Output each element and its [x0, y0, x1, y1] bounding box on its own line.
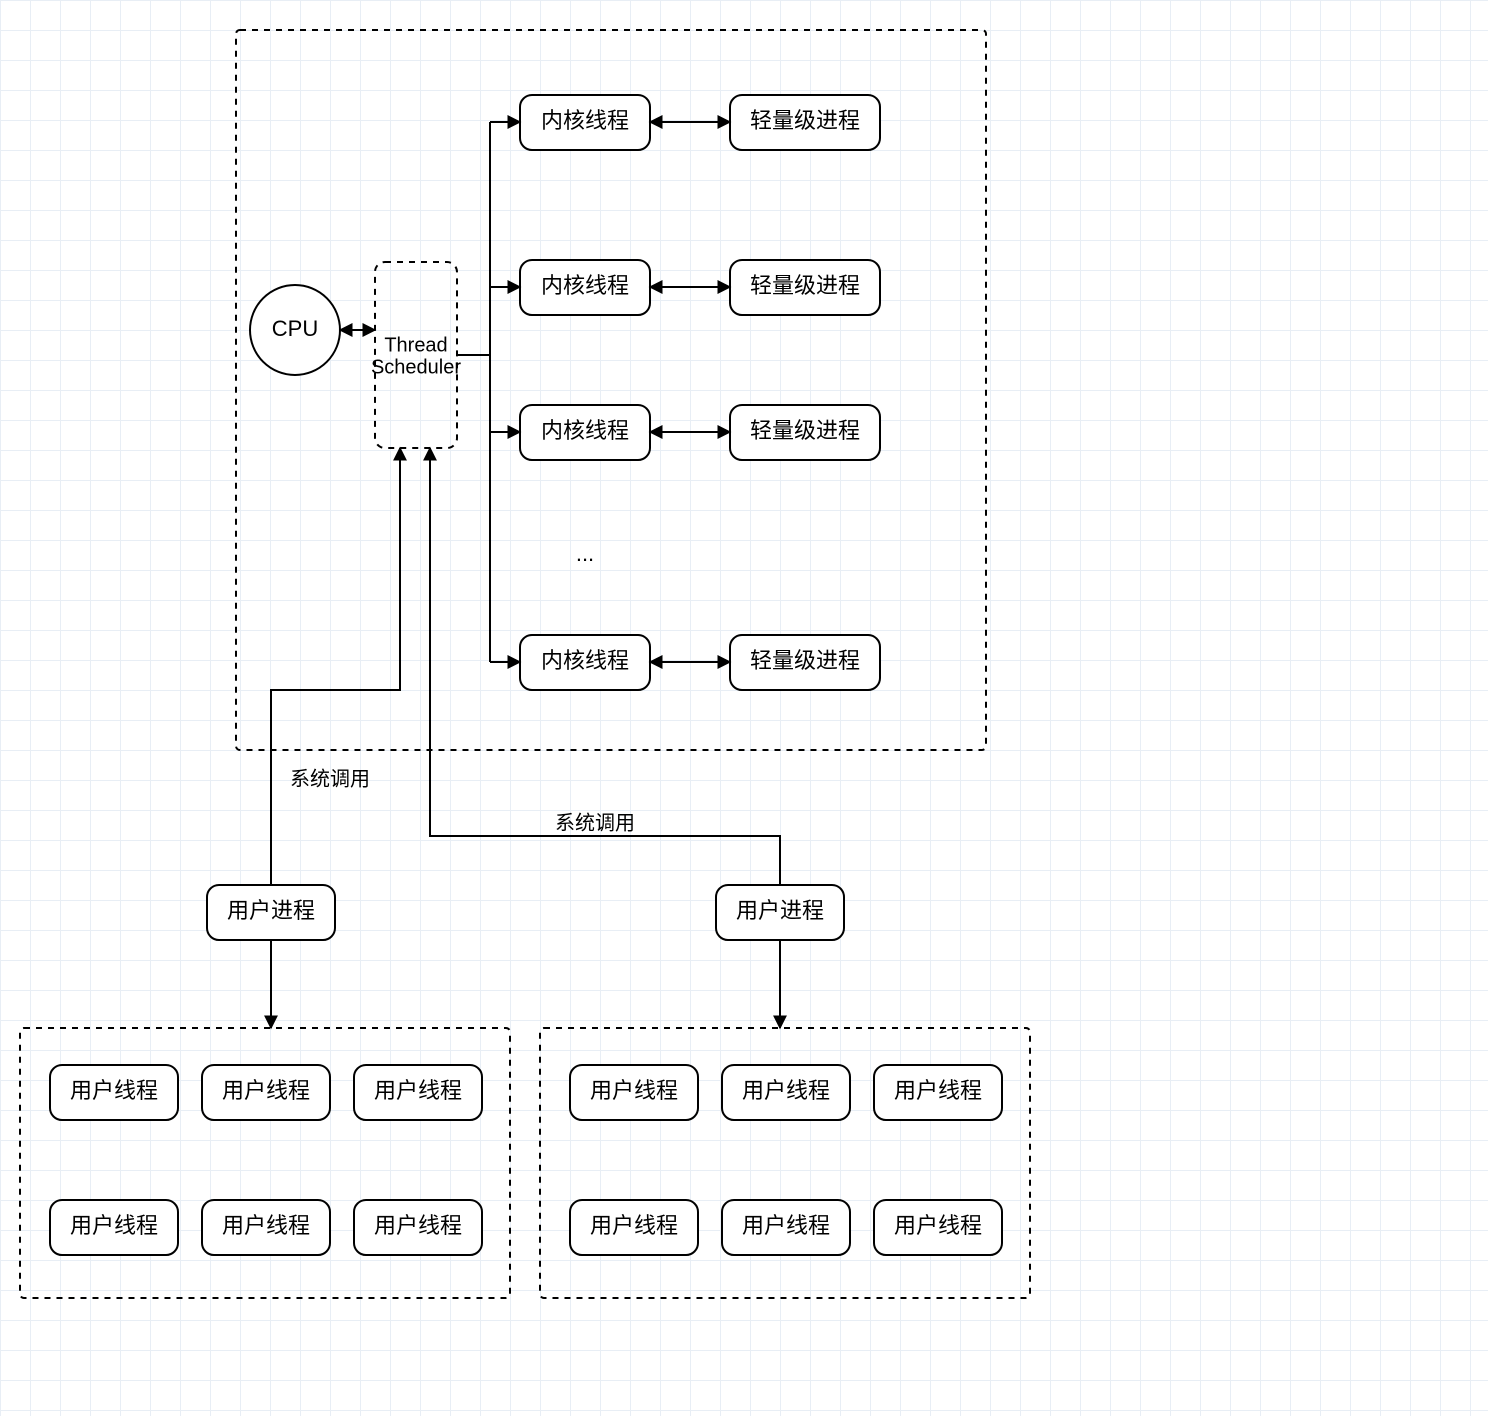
light-process-3-label: 轻量级进程 [750, 418, 860, 443]
user-thread-l-1-label: 用户线程 [70, 1078, 158, 1103]
ellipsis: ... [576, 541, 594, 566]
kernel-thread-2-label: 内核线程 [541, 273, 629, 298]
kernel-thread-3-label: 内核线程 [541, 418, 629, 443]
user-thread-r-4-label: 用户线程 [590, 1213, 678, 1238]
edge-up-left-scheduler [271, 448, 400, 885]
user-thread-r-6-label: 用户线程 [894, 1213, 982, 1238]
user-process-left-label: 用户进程 [227, 898, 315, 923]
user-thread-l-3-label: 用户线程 [374, 1078, 462, 1103]
syscall-label-left: 系统调用 [290, 767, 370, 790]
scheduler-label-2: Scheduler [371, 356, 461, 378]
user-thread-l-4-label: 用户线程 [70, 1213, 158, 1238]
diagram-canvas: CPU Thread Scheduler 内核线程 轻量级进程 内核线程 轻量级… [0, 0, 1488, 1416]
kernel-thread-4-label: 内核线程 [541, 648, 629, 673]
light-process-1-label: 轻量级进程 [750, 108, 860, 133]
cpu-label: CPU [272, 316, 318, 341]
user-thread-r-2-label: 用户线程 [742, 1078, 830, 1103]
user-thread-l-2-label: 用户线程 [222, 1078, 310, 1103]
user-process-right-label: 用户进程 [736, 898, 824, 923]
scheduler-label-1: Thread [384, 334, 447, 356]
kernel-thread-1-label: 内核线程 [541, 108, 629, 133]
user-thread-r-3-label: 用户线程 [894, 1078, 982, 1103]
user-thread-l-5-label: 用户线程 [222, 1213, 310, 1238]
user-thread-r-5-label: 用户线程 [742, 1213, 830, 1238]
syscall-label-right: 系统调用 [555, 811, 635, 834]
user-thread-l-6-label: 用户线程 [374, 1213, 462, 1238]
user-thread-r-1-label: 用户线程 [590, 1078, 678, 1103]
light-process-4-label: 轻量级进程 [750, 648, 860, 673]
light-process-2-label: 轻量级进程 [750, 273, 860, 298]
